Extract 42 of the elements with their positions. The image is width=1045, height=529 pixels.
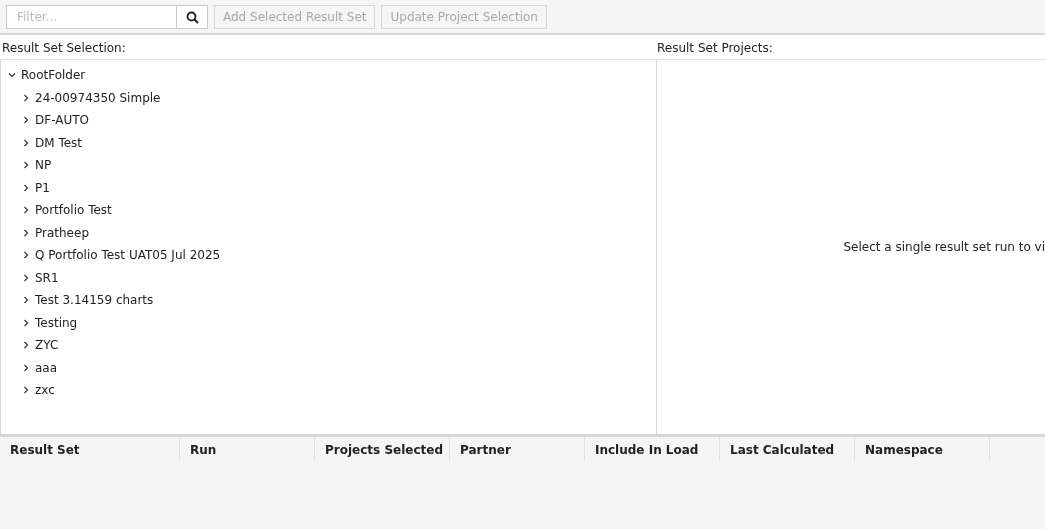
column-header[interactable]: Namespace (855, 437, 990, 461)
search-button[interactable] (176, 5, 208, 29)
tree-item[interactable]: P1 (35, 178, 50, 197)
tree-item[interactable]: NP (35, 156, 52, 175)
column-header[interactable]: Run (180, 437, 315, 461)
tree-item[interactable]: RootFolder (21, 66, 86, 85)
chevron-right-icon[interactable] (21, 272, 31, 283)
column-header[interactable]: Include In Load (585, 437, 720, 461)
tree-item[interactable]: DF-AUTO (35, 111, 89, 130)
chevron-right-icon[interactable] (21, 340, 31, 351)
tree-item[interactable]: ZYC (35, 336, 59, 355)
filter-field[interactable]: Filter... (6, 5, 176, 29)
chevron-right-icon[interactable] (21, 160, 31, 171)
tree-item[interactable]: 24-00974350 Simple (35, 88, 161, 107)
chevron-right-icon[interactable] (21, 295, 31, 306)
search-icon (185, 10, 199, 24)
chevron-right-icon[interactable] (21, 385, 31, 396)
chevron-right-icon[interactable] (21, 182, 31, 193)
column-header[interactable]: Projects Selected (315, 437, 450, 461)
column-header[interactable]: Partner (450, 437, 585, 461)
panel-label: Result Set Projects: (656, 40, 774, 57)
chevron-right-icon[interactable] (21, 92, 31, 103)
empty-message: Select a single result set run to vi (843, 239, 1045, 256)
tree-item[interactable]: Testing (35, 313, 78, 332)
chevron-right-icon[interactable] (21, 227, 31, 238)
chevron-right-icon[interactable] (21, 362, 31, 373)
tree-item[interactable]: DM Test (35, 133, 83, 152)
chevron-right-icon[interactable] (21, 317, 31, 328)
chevron-right-icon[interactable] (21, 205, 31, 216)
chevron-right-icon[interactable] (21, 115, 31, 126)
tree-item[interactable]: Test 3.14159 charts (35, 291, 154, 310)
column-header[interactable]: Result Set (0, 437, 180, 461)
column-header[interactable]: Last Calculated (720, 437, 855, 461)
tree-item[interactable]: Pratheep (35, 223, 89, 242)
tree-item[interactable]: Portfolio Test (35, 201, 112, 220)
chevron-right-icon[interactable] (21, 137, 31, 148)
tree-item[interactable]: aaa (35, 358, 58, 377)
panel-label: Result Set Selection: (1, 40, 127, 57)
tree-item[interactable]: SR1 (35, 268, 59, 287)
tree-item[interactable]: Q Portfolio Test UAT05 Jul 2025 (35, 246, 221, 265)
chevron-right-icon[interactable] (21, 250, 31, 261)
tree-item[interactable]: zxc (35, 381, 55, 400)
